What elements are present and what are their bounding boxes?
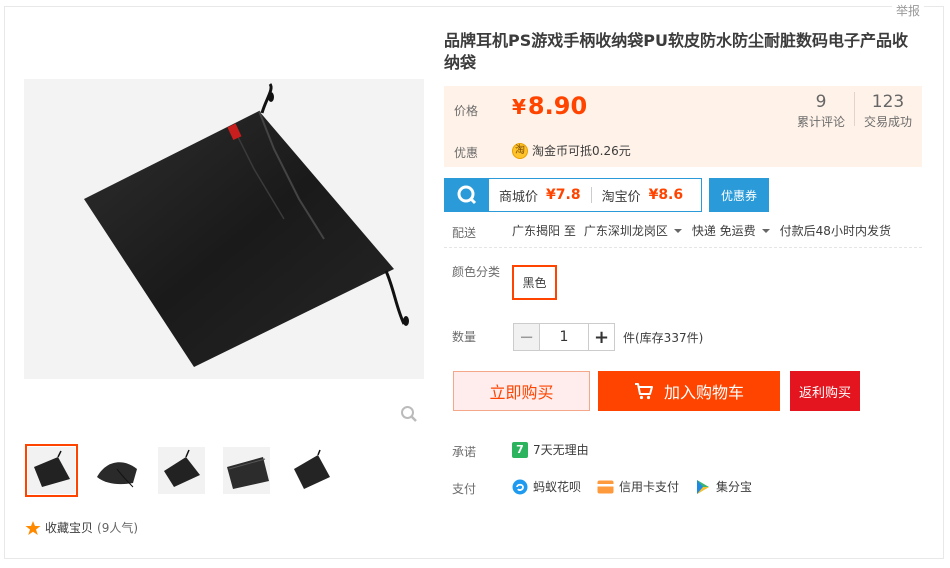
payment-row: 蚂蚁花呗 信用卡支付 集分宝 [512, 478, 768, 495]
star-icon [25, 520, 41, 535]
coupon-button[interactable]: 优惠券 [709, 178, 769, 212]
delivery-from: 广东揭阳 至 [512, 224, 576, 238]
cart-icon [634, 383, 653, 400]
compare-logo-icon [445, 179, 489, 211]
reviews-count: 9 [815, 92, 827, 112]
thumbnail-strip [25, 444, 338, 497]
taojinbi-icon: 淘 [512, 142, 528, 159]
mall-price-label: 商城价 [499, 189, 539, 205]
favorite-label: 收藏宝贝 [45, 521, 94, 535]
sales-stat: 123 交易成功 [862, 93, 914, 130]
seven-day-return[interactable]: 7 7天无理由 [512, 441, 589, 458]
quantity-plus-button[interactable]: + [588, 323, 615, 351]
taobao-price-label: 淘宝价 [601, 189, 641, 205]
price-value: ¥ 8.90 [512, 92, 587, 120]
delivery-destination-select[interactable]: 广东深圳龙岗区 [584, 222, 668, 239]
quantity-label: 数量 [452, 330, 477, 344]
thumbnail-4[interactable] [220, 444, 273, 497]
buy-now-button[interactable]: 立即购买 [453, 371, 590, 411]
quantity-stepper: − + 件(库存337件) [513, 323, 703, 351]
chevron-down-icon[interactable] [761, 228, 770, 233]
taobao-price: ¥8.6 [648, 187, 684, 203]
color-option-black[interactable]: 黑色 [512, 265, 557, 300]
favorite-count: (9人气) [97, 521, 139, 535]
payment-label: 支付 [452, 482, 477, 496]
rebate-buy-button[interactable]: 返利购买 [790, 371, 860, 411]
add-to-cart-button[interactable]: 加入购物车 [598, 371, 780, 411]
price-number: 8.90 [527, 92, 588, 120]
payment-method-label: 蚂蚁花呗 [533, 480, 582, 494]
payment-jifenbao[interactable]: 集分宝 [695, 478, 752, 495]
promise-text: 7天无理由 [533, 443, 589, 457]
thumbnail-2[interactable] [90, 444, 143, 497]
delivery-row: 广东揭阳 至 广东深圳龙岗区 快递 免运费 付款后48小时内发货 [512, 222, 891, 239]
main-product-image[interactable] [24, 79, 424, 379]
delivery-label: 配送 [452, 226, 477, 240]
quantity-minus-button[interactable]: − [513, 323, 540, 351]
search-zoom-icon[interactable] [400, 405, 418, 423]
add-to-cart-label: 加入购物车 [663, 383, 744, 402]
quantity-input[interactable] [540, 323, 588, 351]
promo-label: 优惠 [454, 146, 479, 160]
price-compare-bar[interactable]: 商城价 ¥7.8 淘宝价 ¥8.6 [444, 178, 702, 212]
reviews-label: 累计评论 [796, 115, 845, 129]
promo-row: 淘 淘金币可抵 0.26元 [512, 142, 631, 159]
stock-text: 件(库存337件) [623, 330, 704, 345]
huabei-icon [512, 479, 528, 494]
product-title: 品牌耳机PS游戏手柄收纳袋PU软皮防水防尘耐脏数码电子产品收纳袋 [444, 31, 908, 72]
payment-method-label: 信用卡支付 [619, 480, 680, 494]
mall-price: ¥7.8 [546, 187, 581, 203]
dispatch-time: 付款后48小时内发货 [779, 224, 891, 238]
thumbnail-1[interactable] [25, 444, 78, 497]
jifenbao-icon [697, 479, 710, 494]
favorite-item[interactable]: 收藏宝贝 (9人气) [25, 519, 138, 536]
compare-divider [590, 187, 592, 203]
seven-day-icon: 7 [512, 441, 528, 458]
currency-symbol: ¥ [512, 95, 526, 119]
thumbnail-3[interactable] [155, 444, 208, 497]
credit-card-icon [597, 480, 614, 493]
stat-divider [854, 92, 855, 126]
chevron-down-icon[interactable] [673, 228, 682, 233]
promise-row: 7 7天无理由 [512, 441, 605, 458]
price-label: 价格 [454, 104, 479, 118]
divider [444, 247, 922, 248]
sales-count: 123 [871, 92, 905, 112]
sales-label: 交易成功 [863, 115, 912, 129]
thumbnail-5[interactable] [285, 444, 338, 497]
payment-method-label: 集分宝 [716, 480, 753, 494]
promo-amount: 0.26元 [592, 144, 631, 158]
reviews-stat[interactable]: 9 累计评论 [796, 93, 846, 130]
report-link[interactable]: 举报 [891, 2, 924, 19]
payment-huabei[interactable]: 蚂蚁花呗 [512, 478, 581, 495]
promo-text: 淘金币可抵 [532, 144, 593, 158]
shipping-option-select[interactable]: 快递 免运费 [692, 222, 756, 239]
promise-label: 承诺 [452, 445, 477, 459]
color-label: 颜色分类 [452, 265, 501, 279]
price-box: 价格 ¥ 8.90 9 累计评论 123 交易成功 优惠 淘 淘金币可抵 0.2… [444, 86, 922, 167]
payment-credit-card[interactable]: 信用卡支付 [597, 478, 679, 495]
